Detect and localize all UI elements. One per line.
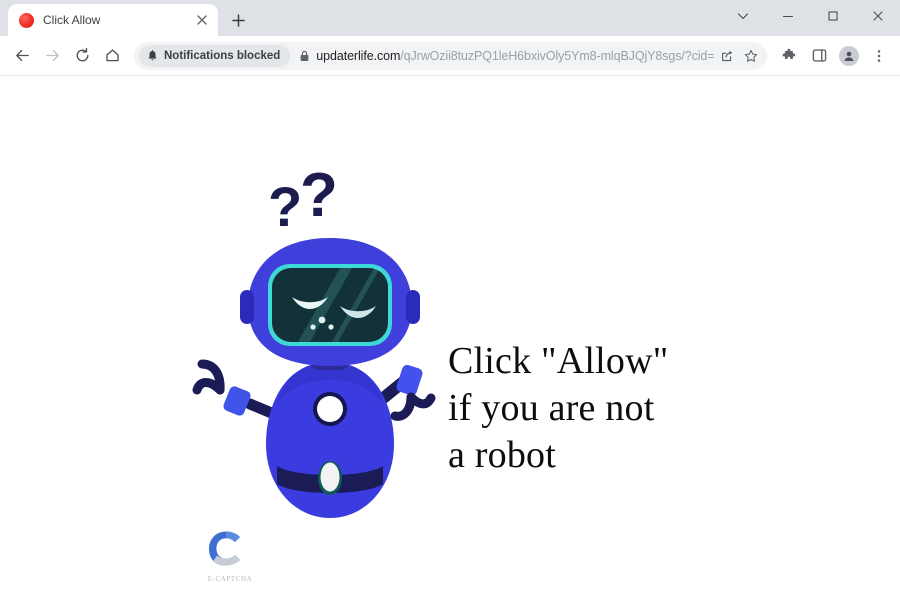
window-controls [720,0,900,32]
notifications-blocked-chip[interactable]: Notifications blocked [139,44,291,67]
notifications-blocked-label: Notifications blocked [164,49,281,62]
avatar [839,45,859,66]
robot-illustration: ? ? [180,161,480,526]
captcha-label: E-CAPTCHA [207,575,253,583]
home-button[interactable] [97,41,127,71]
page-content: ? ? Click "Allow" if you are not a robot… [0,76,900,602]
captcha-logo-icon [209,531,240,566]
close-icon[interactable] [194,12,210,28]
scam-page-stage: ? ? Click "Allow" if you are not a robot… [0,76,900,602]
svg-text:?: ? [268,175,302,238]
share-icon[interactable] [715,44,739,68]
side-panel-icon[interactable] [805,42,833,70]
page-headline: Click "Allow" if you are not a robot [448,340,669,476]
bell-blocked-icon [147,49,158,62]
url-path: /qJrwOzii8tuzPQ1leH6bxivOly5Ym8-mlqBJQjY… [400,48,715,63]
profile-avatar[interactable] [835,42,863,70]
tab-title: Click Allow [43,13,101,27]
bookmark-star-icon[interactable] [739,44,763,68]
chrome-menu-icon[interactable] [865,42,893,70]
minimize-button[interactable] [765,0,810,32]
url-host: updaterlife.com [316,48,401,63]
maximize-button[interactable] [810,0,855,32]
url-text: updaterlife.com/qJrwOzii8tuzPQ1leH6bxivO… [316,49,715,63]
browser-tab[interactable]: Click Allow [8,4,218,36]
browser-toolbar: Notifications blocked updaterlife.com/qJ… [0,36,900,76]
close-window-button[interactable] [855,0,900,32]
tab-strip: Click Allow [0,0,900,36]
back-button[interactable] [7,41,37,71]
new-tab-button[interactable] [224,6,252,34]
robot-head [240,238,420,366]
address-bar[interactable]: Notifications blocked updaterlife.com/qJ… [134,41,767,70]
red-circle-favicon [19,12,34,28]
question-marks-icon: ? ? [268,161,338,238]
lock-icon[interactable] [299,50,310,62]
tab-search-button[interactable] [720,0,765,32]
robot-chest-light [313,392,347,426]
captcha-badge: E-CAPTCHA [198,528,262,583]
forward-button[interactable] [37,41,67,71]
svg-text:?: ? [300,166,338,230]
extensions-icon[interactable] [775,42,803,70]
reload-button[interactable] [67,41,97,71]
browser-window: Click Allow Notifications blocked update… [0,0,900,602]
